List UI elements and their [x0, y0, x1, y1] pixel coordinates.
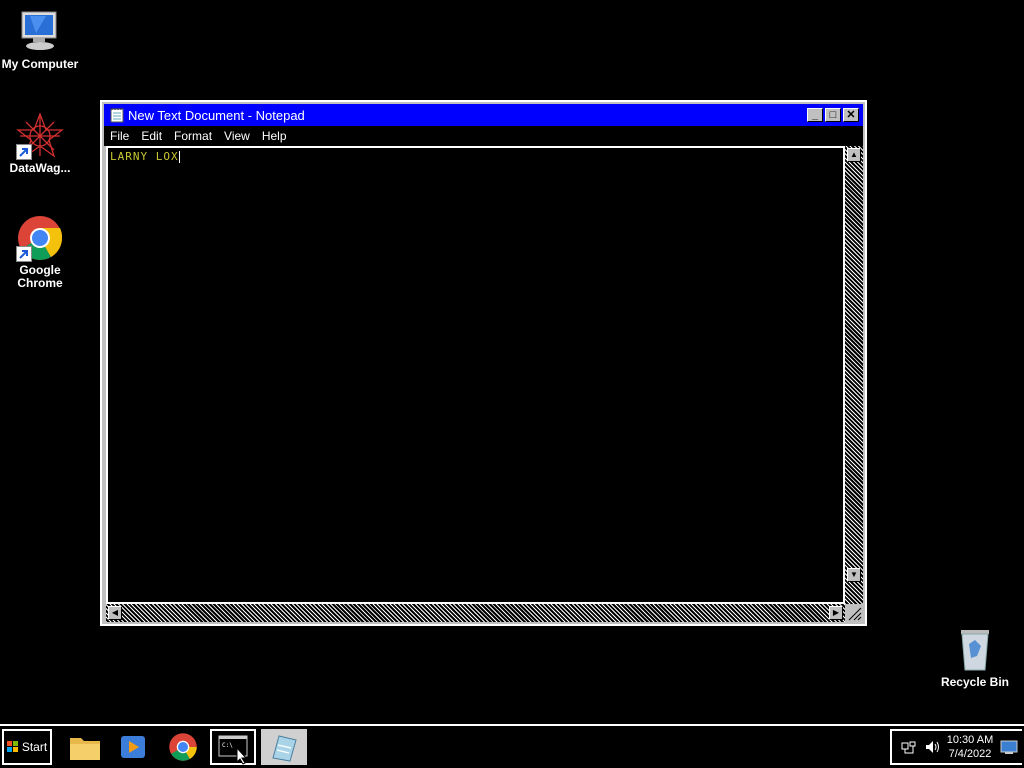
close-button[interactable]: ✕	[843, 108, 859, 122]
clock-date: 7/4/2022	[948, 748, 992, 760]
scroll-left-button[interactable]: ◀	[108, 606, 122, 620]
desktop-icon-datawag[interactable]: DataWag...	[0, 112, 80, 175]
menu-format[interactable]: Format	[168, 129, 218, 143]
horizontal-scrollbar[interactable]: ◀ ▶	[106, 604, 845, 622]
recycle-bin-icon	[951, 626, 999, 674]
minimize-icon: _	[811, 109, 819, 121]
menu-help[interactable]: Help	[256, 129, 293, 143]
taskbar: Start C:\ 10:30 AM 7/4/2022	[0, 724, 1024, 768]
menu-bar: File Edit Format View Help	[104, 126, 863, 146]
desktop-icon-google-chrome[interactable]: Google Chrome	[0, 214, 80, 290]
maximize-icon: □	[829, 109, 837, 121]
minimize-button[interactable]: _	[807, 108, 823, 122]
windows-logo-icon	[6, 741, 19, 753]
start-label: Start	[21, 740, 48, 754]
scroll-up-button[interactable]: ▲	[847, 148, 861, 162]
start-button[interactable]: Start	[2, 729, 52, 765]
svg-text:C:\: C:\	[222, 742, 233, 749]
desktop-icon-label: My Computer	[1, 57, 79, 71]
clock[interactable]: 10:30 AM 7/4/2022	[940, 733, 1000, 761]
shortcut-arrow-icon	[16, 246, 32, 262]
folder-icon	[70, 738, 100, 760]
notepad-window[interactable]: New Text Document - Notepad _ □ ✕ File E…	[100, 100, 867, 626]
menu-edit[interactable]: Edit	[135, 129, 168, 143]
close-icon: ✕	[846, 109, 856, 121]
window-title: New Text Document - Notepad	[128, 107, 305, 123]
taskbar-google-chrome[interactable]	[160, 729, 206, 765]
system-tray: 10:30 AM 7/4/2022	[890, 729, 1022, 765]
taskbar-command-prompt[interactable]: C:\	[210, 729, 256, 765]
network-icon[interactable]	[900, 739, 916, 755]
shortcut-arrow-icon	[16, 144, 32, 160]
desktop-icon-my-computer[interactable]: My Computer	[0, 8, 80, 71]
desktop-icon-label: Recycle Bin	[940, 675, 1010, 689]
desktop-icon-label: Google Chrome	[17, 263, 63, 290]
scroll-right-button[interactable]: ▶	[829, 606, 843, 620]
computer-icon	[16, 8, 64, 56]
text-editor-area[interactable]: LARNY LOX	[106, 146, 845, 604]
clock-time: 10:30 AM	[946, 734, 994, 746]
notepad-icon	[110, 108, 124, 123]
desktop-icon-label: DataWag...	[9, 161, 71, 175]
taskbar-media-player[interactable]	[110, 729, 156, 765]
mouse-cursor-icon	[236, 747, 248, 765]
notepad-icon	[272, 735, 297, 762]
menu-view[interactable]: View	[218, 129, 256, 143]
taskbar-file-explorer[interactable]	[62, 729, 108, 765]
taskbar-notepad[interactable]	[261, 729, 307, 765]
media-player-icon	[121, 736, 145, 758]
datawag-icon	[16, 112, 64, 160]
scroll-down-button[interactable]: ▼	[847, 568, 861, 582]
chrome-icon	[16, 214, 64, 262]
volume-icon[interactable]	[924, 739, 940, 755]
title-bar[interactable]: New Text Document - Notepad _ □ ✕	[104, 104, 863, 126]
document-text: LARNY LOX	[110, 150, 179, 163]
desktop-icon-recycle-bin[interactable]: Recycle Bin	[935, 626, 1015, 689]
menu-file[interactable]: File	[104, 129, 135, 143]
maximize-button[interactable]: □	[825, 108, 841, 122]
show-desktop-icon[interactable]	[1000, 739, 1018, 755]
chrome-icon	[169, 733, 197, 761]
text-caret	[178, 151, 180, 163]
vertical-scrollbar[interactable]: ▲ ▼	[845, 146, 863, 604]
resize-grip[interactable]	[845, 604, 863, 622]
